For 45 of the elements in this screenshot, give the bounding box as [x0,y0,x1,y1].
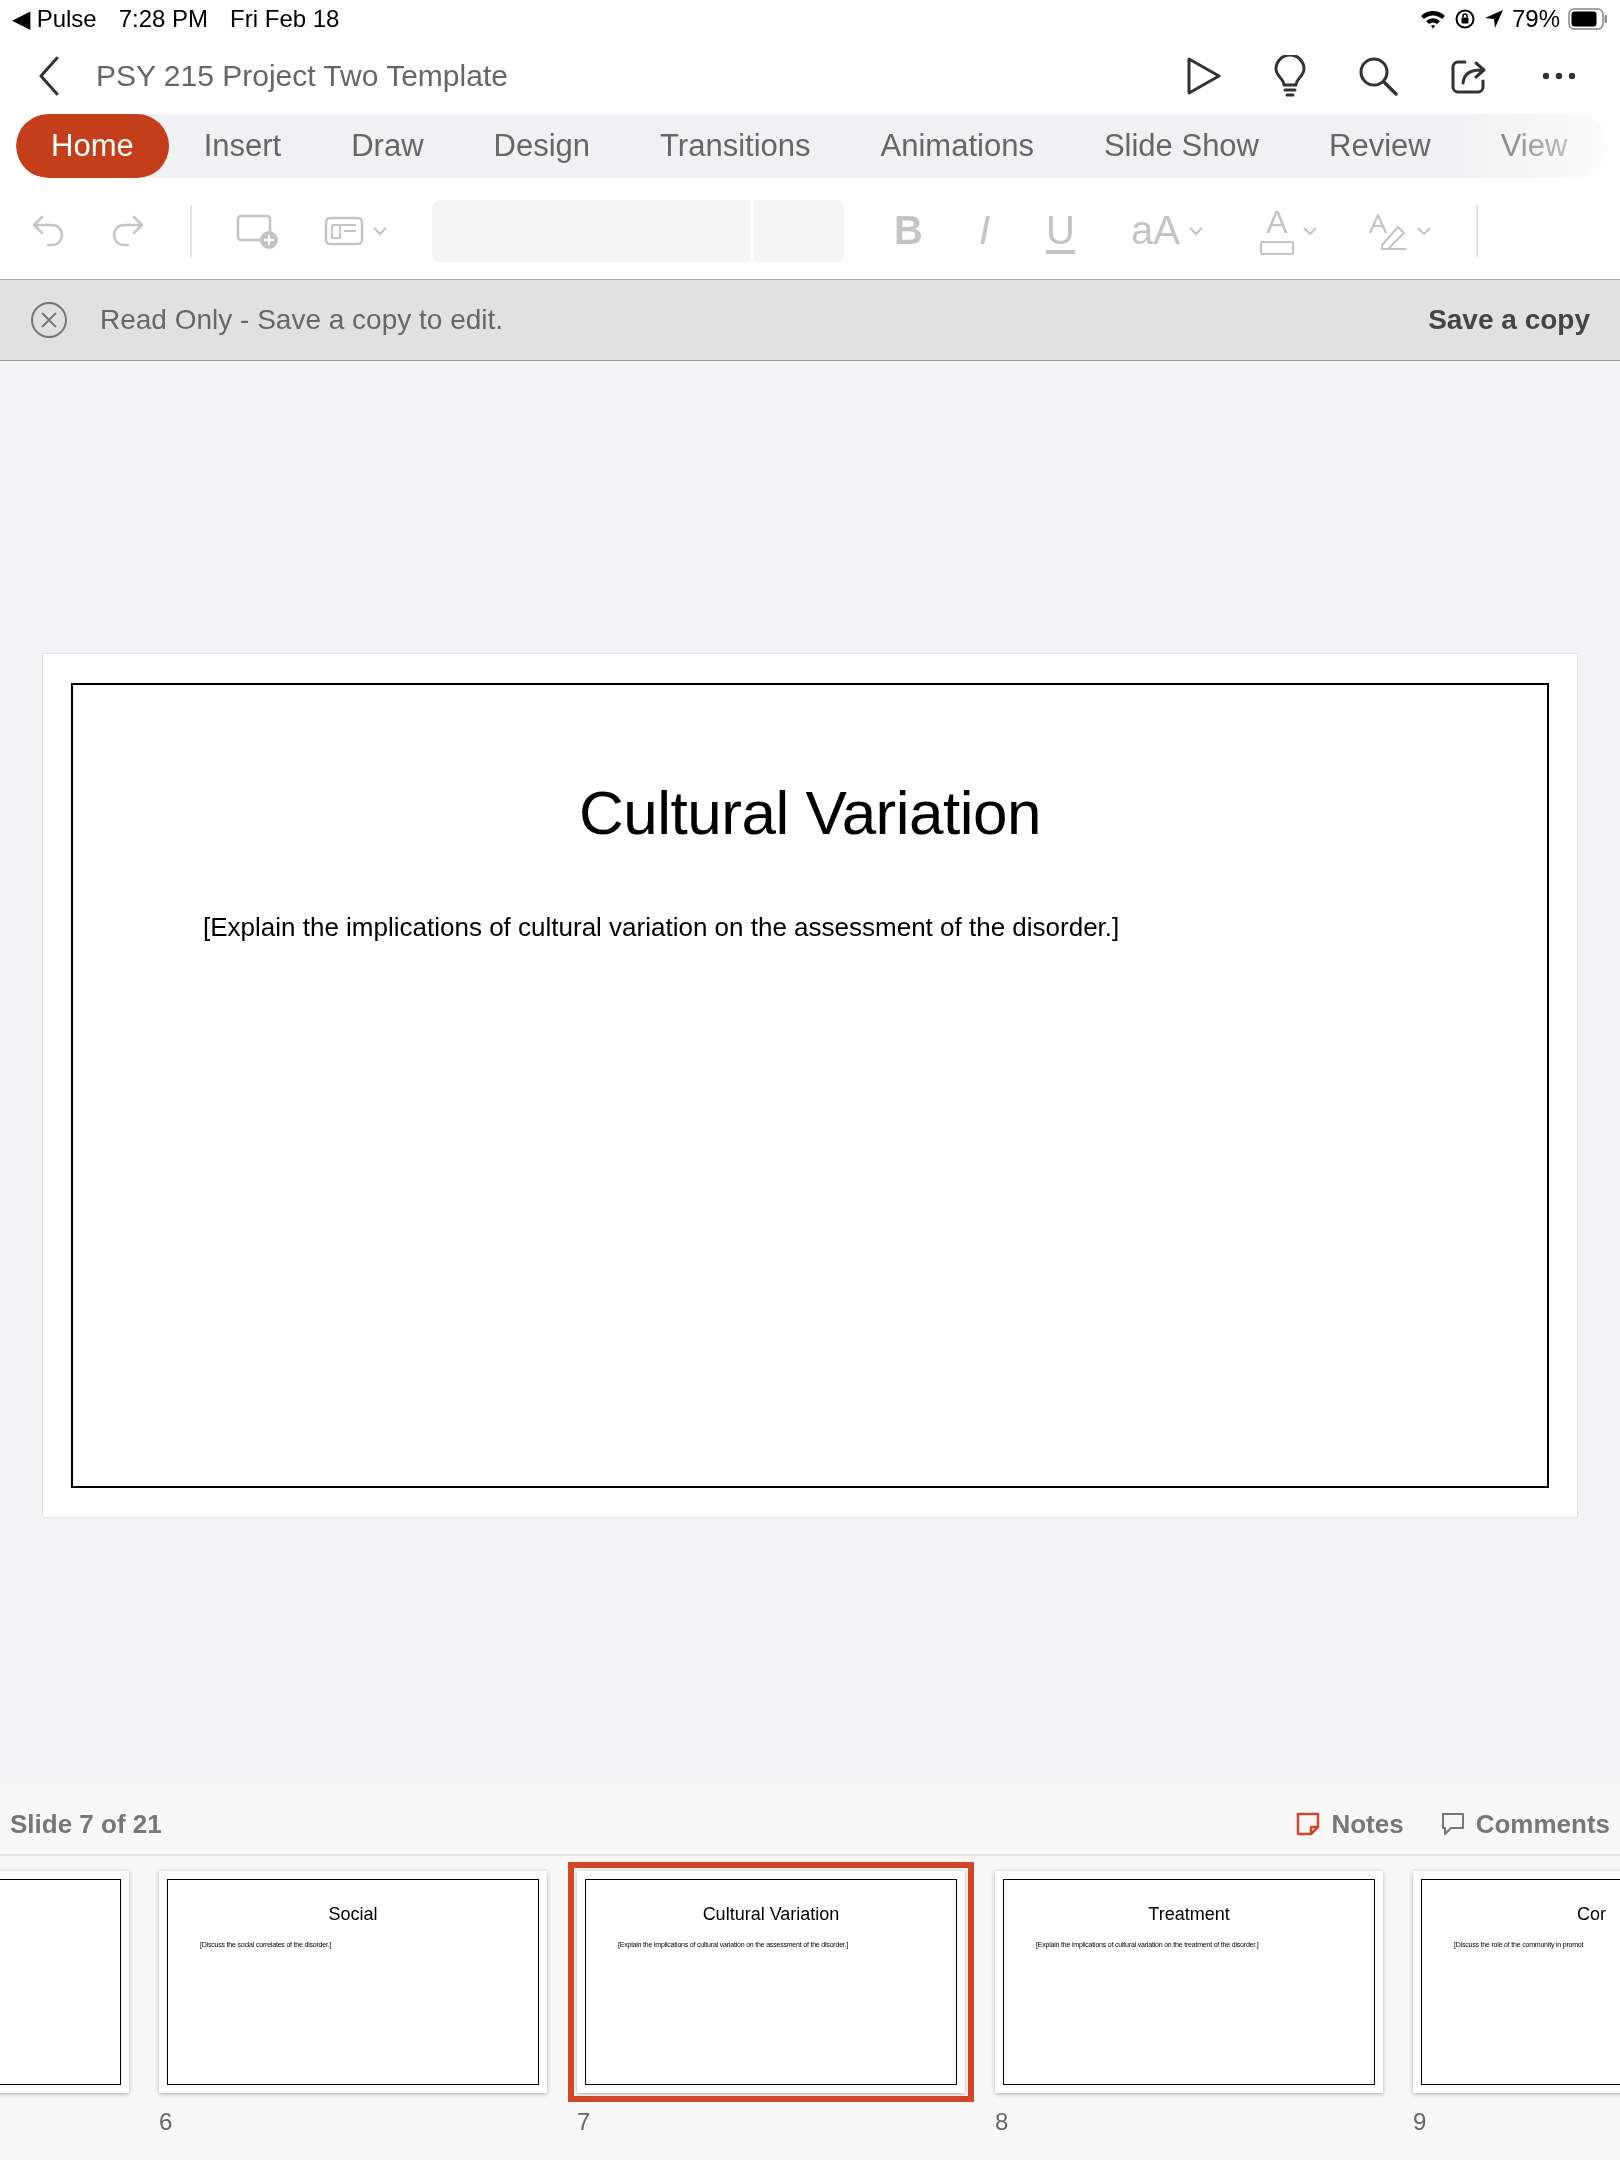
slide-body-text: [Explain the implications of cultural variation on the assessment of the disorder.] [203,912,1121,943]
slide-number: 8 [995,2108,1010,2136]
caret-icon [372,225,388,236]
location-arrow-icon [1483,9,1504,29]
back-icon[interactable] [38,56,60,96]
thumbnail-title: Treatment [1147,1904,1231,1925]
note-icon [1295,1811,1322,1837]
battery-percentage: 79% [1511,5,1560,33]
notes-button[interactable]: Notes [1295,1808,1404,1840]
ribbon-tab[interactable]: Transitions [625,114,846,178]
rotation-lock-icon [1453,8,1476,30]
read-only-message: Read Only - Save a copy to edit. [100,304,504,336]
wifi-icon [1419,9,1446,29]
caret-icon [1301,225,1318,236]
caret-icon [1187,225,1204,236]
ribbon-tab[interactable]: Draw [316,114,459,178]
thumbnail-title: Social [327,1904,379,1925]
save-a-copy-button[interactable]: Save a copy [1422,303,1596,337]
layout-icon [324,215,364,246]
search-icon[interactable] [1358,56,1398,96]
thumbnail-title: Cultural Variation [701,1904,841,1925]
ribbon-tab[interactable]: Home [16,114,169,178]
comments-button[interactable]: Comments [1439,1808,1610,1840]
ribbon-tab[interactable]: Animations [845,114,1069,178]
thumbnail-title: Cor [1576,1904,1607,1925]
ribbon-tab[interactable]: Design [458,114,626,178]
date: Fri Feb 18 [230,5,340,33]
slide-number: 9 [1413,2108,1428,2136]
ribbon-tab[interactable]: Review [1294,114,1466,178]
close-icon[interactable] [30,301,68,339]
play-icon[interactable] [1186,57,1222,95]
slide-number: 7 [577,2108,592,2136]
ribbon-tab[interactable]: Insert [168,114,317,178]
more-icon[interactable] [1542,72,1576,80]
clock: 7:28 PM [118,5,209,33]
lightbulb-icon[interactable] [1274,55,1306,97]
battery-icon [1568,8,1608,30]
slide-counter: Slide 7 of 21 [10,1808,162,1840]
comment-icon [1439,1811,1466,1837]
back-to-app-link[interactable]: ◀ Pulse [12,5,97,33]
slide-number: 6 [159,2108,174,2136]
slide-title: Cultural Variation [578,777,1042,848]
document-title: PSY 215 Project Two Template [96,59,508,93]
ribbon-tab[interactable]: Slide Show [1068,114,1294,178]
caret-icon [1415,225,1432,236]
